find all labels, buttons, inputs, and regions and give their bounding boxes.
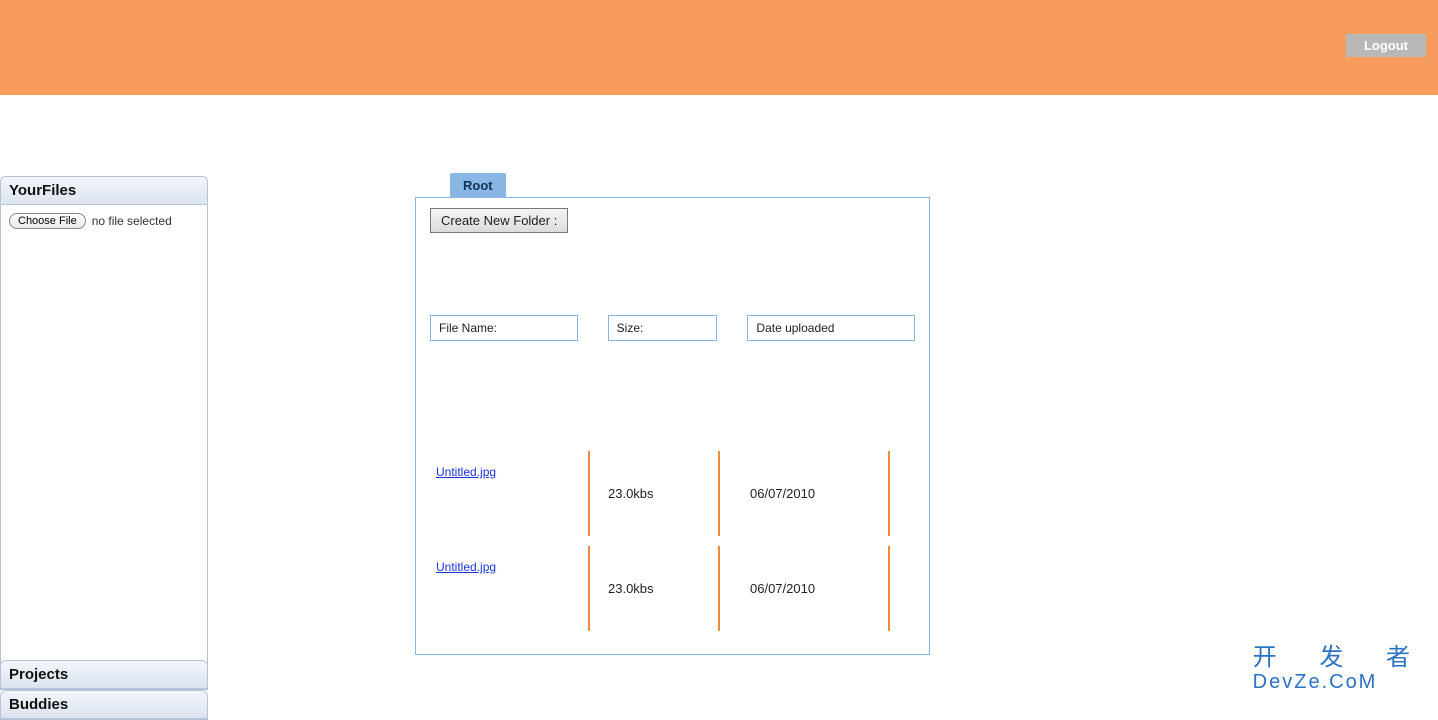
watermark: 开 发 者 DevZe.CoM — [1253, 646, 1428, 692]
buddies-title[interactable]: Buddies — [1, 691, 207, 719]
file-link[interactable]: Untitled.jpg — [436, 560, 496, 574]
tab-row: Root — [415, 173, 930, 197]
your-files-panel: YourFiles Choose File no file selected — [0, 176, 208, 671]
column-header-date: Date uploaded — [747, 315, 915, 341]
file-date-text: 06/07/2010 — [750, 486, 815, 501]
separator-bar — [888, 451, 890, 536]
file-date-cell: 06/07/2010 — [720, 541, 890, 636]
choose-file-button[interactable]: Choose File — [9, 213, 86, 229]
top-banner: Logout — [0, 0, 1438, 95]
file-size-text: 23.0kbs — [608, 486, 654, 501]
projects-panel: Projects — [0, 660, 208, 690]
file-size-cell: 23.0kbs — [590, 541, 720, 636]
file-list: Untitled.jpg 23.0kbs 06/07/2010 Untitled… — [430, 446, 915, 636]
file-row: Untitled.jpg 23.0kbs 06/07/2010 — [430, 541, 915, 636]
content-box: Create New Folder : File Name: Size: Dat… — [415, 197, 930, 655]
projects-title[interactable]: Projects — [1, 661, 207, 689]
buddies-panel: Buddies — [0, 690, 208, 720]
column-header-size: Size: — [608, 315, 718, 341]
column-headers: File Name: Size: Date uploaded — [430, 315, 915, 341]
file-size-cell: 23.0kbs — [590, 446, 720, 541]
file-link[interactable]: Untitled.jpg — [436, 465, 496, 479]
logout-button[interactable]: Logout — [1346, 34, 1426, 57]
main-area: Root Create New Folder : File Name: Size… — [415, 173, 930, 655]
your-files-title: YourFiles — [1, 177, 207, 205]
file-name-cell: Untitled.jpg — [430, 446, 590, 541]
sidebar: YourFiles Choose File no file selected — [0, 176, 208, 671]
separator-bar — [888, 546, 890, 631]
file-date-text: 06/07/2010 — [750, 581, 815, 596]
create-folder-button[interactable]: Create New Folder : — [430, 208, 568, 233]
your-files-body: Choose File no file selected — [1, 205, 207, 670]
tab-root[interactable]: Root — [450, 173, 506, 197]
watermark-line1: 开 发 者 — [1253, 646, 1428, 670]
column-header-name: File Name: — [430, 315, 578, 341]
lower-panels: Projects Buddies — [0, 660, 208, 720]
watermark-line2: DevZe.CoM — [1253, 672, 1428, 692]
file-name-cell: Untitled.jpg — [430, 541, 590, 636]
file-date-cell: 06/07/2010 — [720, 446, 890, 541]
file-chooser: Choose File no file selected — [9, 213, 199, 229]
file-size-text: 23.0kbs — [608, 581, 654, 596]
file-status-text: no file selected — [92, 214, 172, 228]
file-row: Untitled.jpg 23.0kbs 06/07/2010 — [430, 446, 915, 541]
